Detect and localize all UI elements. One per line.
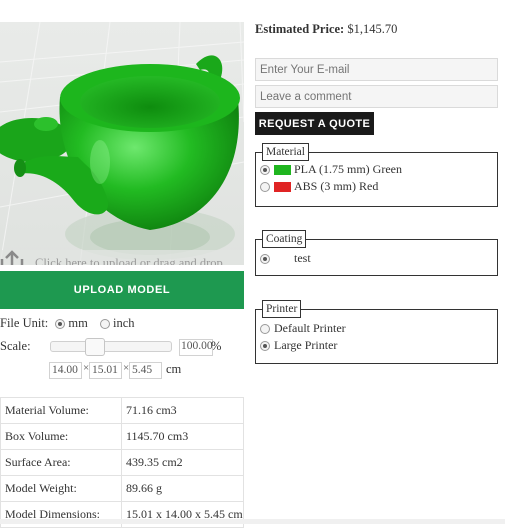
stat-value: 439.35 cm2	[121, 449, 244, 476]
coating-legend: Coating	[262, 230, 307, 248]
scale-slider-handle[interactable]	[85, 338, 105, 356]
estimated-price: Estimated Price: $1,145.70	[255, 22, 397, 37]
stat-label: Material Volume:	[0, 397, 122, 424]
printer-default-radio[interactable]	[260, 324, 270, 335]
dimension-x-input[interactable]: 14.00	[49, 362, 82, 379]
printer-option-default[interactable]: Default Printer	[260, 320, 497, 337]
dimension-unit: cm	[166, 362, 182, 376]
teapot-model	[0, 22, 244, 265]
material-pla-label: PLA (1.75 mm) Green	[294, 162, 402, 176]
horizontal-scrollbar[interactable]	[0, 519, 505, 524]
price-label: Estimated Price:	[255, 22, 345, 36]
stat-value: 89.66 g	[121, 475, 244, 502]
upload-dropzone[interactable]: Click here to upload or drag and drop yo…	[0, 250, 244, 265]
printer-group: Printer Default Printer Large Printer	[255, 300, 498, 364]
coating-test-label: test	[294, 251, 311, 265]
table-row: Box Volume: 1145.70 cm3	[0, 423, 244, 450]
printer-legend: Printer	[262, 300, 302, 318]
price-value: $1,145.70	[347, 22, 398, 36]
table-row: Model Weight: 89.66 g	[0, 475, 244, 502]
coating-group: Coating test	[255, 230, 498, 276]
upload-model-button[interactable]: UPLOAD MODEL	[0, 271, 244, 309]
material-abs-label: ABS (3 mm) Red	[294, 179, 379, 193]
scale-slider[interactable]	[50, 341, 172, 352]
comment-input[interactable]	[255, 85, 498, 108]
printer-default-label: Default Printer	[274, 321, 346, 335]
coating-option-test[interactable]: test	[260, 250, 497, 267]
material-group: Material PLA (1.75 mm) Green ABS (3 mm) …	[255, 143, 498, 207]
stat-value: 1145.70 cm3	[121, 423, 244, 450]
unit-inch-radio[interactable]	[99, 319, 110, 330]
stat-label: Surface Area:	[0, 449, 122, 476]
table-row: Material Volume: 71.16 cm3	[0, 397, 244, 424]
scale-input[interactable]: 100.00	[179, 339, 213, 356]
material-option-abs[interactable]: ABS (3 mm) Red	[260, 178, 497, 195]
dimension-y-input[interactable]: 15.01	[89, 362, 122, 379]
unit-mm-label: mm	[68, 316, 88, 330]
request-quote-button[interactable]: REQUEST A QUOTE	[255, 112, 374, 135]
coating-test-radio[interactable]	[260, 254, 270, 265]
upload-hint-text: Click here to upload or drag and drop yo…	[35, 256, 223, 265]
dimension-z-input[interactable]: 5.45	[129, 362, 162, 379]
green-swatch	[274, 165, 291, 176]
red-swatch	[274, 182, 291, 193]
material-abs-radio[interactable]	[260, 182, 270, 193]
stat-label: Box Volume:	[0, 423, 122, 450]
material-legend: Material	[262, 143, 309, 161]
printer-option-large[interactable]: Large Printer	[260, 337, 497, 354]
file-unit-label: File Unit:	[0, 316, 49, 330]
table-row: Surface Area: 439.35 cm2	[0, 449, 244, 476]
material-option-pla[interactable]: PLA (1.75 mm) Green	[260, 161, 497, 178]
scale-label: Scale:	[0, 339, 31, 353]
unit-mm-radio[interactable]	[55, 319, 66, 330]
stat-value: 71.16 cm3	[121, 397, 244, 424]
printer-large-label: Large Printer	[274, 338, 338, 352]
scale-percent-sign: %	[211, 339, 222, 353]
material-pla-radio[interactable]	[260, 165, 270, 176]
file-unit-row: File Unit: mm inch	[0, 316, 135, 331]
printer-large-radio[interactable]	[260, 341, 270, 352]
unit-inch-label: inch	[112, 316, 135, 330]
model-canvas[interactable]: Click here to upload or drag and drop yo…	[0, 22, 244, 265]
email-input[interactable]	[255, 58, 498, 81]
stat-label: Model Weight:	[0, 475, 122, 502]
model-stats-table: Material Volume: 71.16 cm3 Box Volume: 1…	[0, 397, 244, 528]
upload-icon	[0, 250, 24, 265]
